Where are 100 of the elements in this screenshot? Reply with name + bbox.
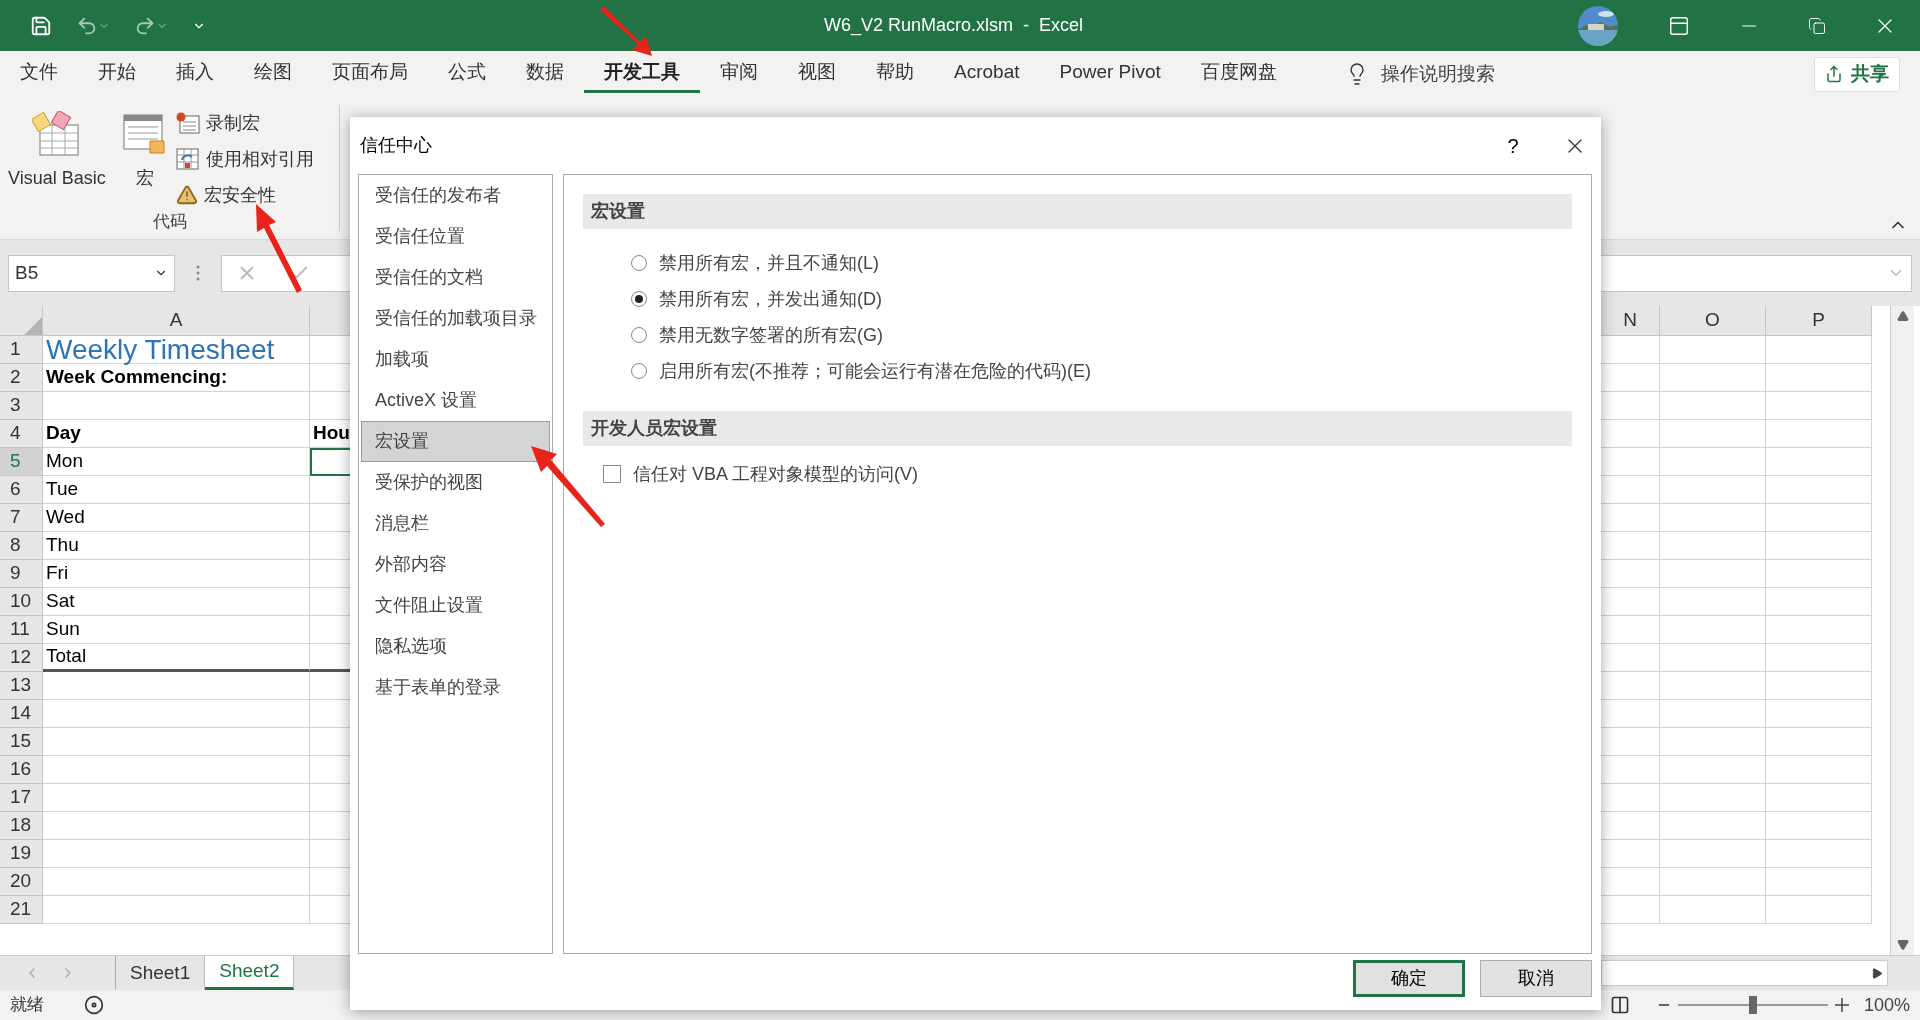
- column-header[interactable]: P: [1766, 306, 1872, 335]
- table-cell[interactable]: [1766, 672, 1872, 700]
- page-break-view-icon[interactable]: [1609, 995, 1630, 1015]
- row-header[interactable]: 14: [0, 700, 43, 728]
- row-header[interactable]: 2: [0, 364, 43, 392]
- ribbon-button[interactable]: 使用相对引用: [175, 145, 314, 173]
- nav-item[interactable]: 基于表单的登录: [361, 667, 550, 708]
- table-cell[interactable]: Week Commencing:: [43, 364, 310, 392]
- save-icon[interactable]: [30, 14, 52, 37]
- table-cell[interactable]: [1660, 392, 1766, 420]
- row-header[interactable]: 18: [0, 812, 43, 840]
- nav-item[interactable]: 受信任的加载项目录: [361, 298, 550, 339]
- table-cell[interactable]: Fri: [43, 560, 310, 588]
- row-header[interactable]: 9: [0, 560, 43, 588]
- zoom-in-icon[interactable]: [1833, 997, 1850, 1013]
- table-cell[interactable]: Thu: [43, 532, 310, 560]
- radio-button[interactable]: [631, 363, 647, 379]
- nav-item[interactable]: 隐私选项: [361, 626, 550, 667]
- table-cell[interactable]: [1660, 336, 1766, 364]
- table-cell[interactable]: [1766, 644, 1872, 672]
- table-cell[interactable]: Tue: [43, 476, 310, 504]
- table-cell[interactable]: [1766, 532, 1872, 560]
- ribbon-button[interactable]: 录制宏: [175, 109, 314, 137]
- nav-item[interactable]: ActiveX 设置: [361, 380, 550, 421]
- table-cell[interactable]: [43, 840, 310, 868]
- nav-item[interactable]: 受信任位置: [361, 216, 550, 257]
- radio-button[interactable]: [631, 255, 647, 271]
- table-cell[interactable]: [1766, 700, 1872, 728]
- table-cell[interactable]: [1766, 728, 1872, 756]
- scroll-right-icon[interactable]: [1872, 967, 1883, 979]
- nav-item[interactable]: 受信任的文档: [361, 257, 550, 298]
- ribbon-display-icon[interactable]: [1668, 14, 1690, 37]
- table-cell[interactable]: [1766, 476, 1872, 504]
- zoom-level[interactable]: 100%: [1863, 991, 1910, 1019]
- row-header[interactable]: 7: [0, 504, 43, 532]
- scroll-down-icon[interactable]: [1896, 939, 1909, 951]
- table-cell[interactable]: Wed: [43, 504, 310, 532]
- table-cell[interactable]: [1766, 616, 1872, 644]
- ribbon-tab[interactable]: 审阅: [700, 55, 778, 93]
- table-cell[interactable]: [1660, 812, 1766, 840]
- table-cell[interactable]: [43, 784, 310, 812]
- table-cell[interactable]: Day: [43, 420, 310, 448]
- row-header[interactable]: 4: [0, 420, 43, 448]
- zoom-slider[interactable]: [1677, 995, 1828, 1015]
- table-cell[interactable]: [1660, 420, 1766, 448]
- table-cell[interactable]: Total: [43, 644, 310, 672]
- row-header[interactable]: 16: [0, 756, 43, 784]
- macro-recording-icon[interactable]: [84, 995, 104, 1015]
- column-header[interactable]: O: [1660, 306, 1766, 335]
- table-cell[interactable]: [43, 728, 310, 756]
- table-cell[interactable]: [1766, 364, 1872, 392]
- table-cell[interactable]: [43, 896, 310, 924]
- row-header[interactable]: 12: [0, 644, 43, 672]
- row-header[interactable]: 1: [0, 336, 43, 364]
- ribbon-tab[interactable]: 开发工具: [584, 55, 700, 93]
- nav-item[interactable]: 外部内容: [361, 544, 550, 585]
- ok-button[interactable]: 确定: [1353, 960, 1465, 997]
- table-cell[interactable]: [1660, 700, 1766, 728]
- table-cell[interactable]: [1660, 756, 1766, 784]
- nav-item[interactable]: 受保护的视图: [361, 462, 550, 503]
- nav-item[interactable]: 文件阻止设置: [361, 585, 550, 626]
- ribbon-tab[interactable]: 开始: [78, 55, 156, 93]
- table-cell[interactable]: [43, 700, 310, 728]
- ribbon-tab[interactable]: 数据: [506, 55, 584, 93]
- table-cell[interactable]: [1766, 588, 1872, 616]
- table-cell[interactable]: [1660, 784, 1766, 812]
- table-cell[interactable]: Weekly Timesheet: [43, 336, 310, 364]
- ribbon-tab[interactable]: 帮助: [856, 55, 934, 93]
- table-cell[interactable]: [1660, 840, 1766, 868]
- ribbon-tab[interactable]: Power Pivot: [1039, 55, 1181, 93]
- ribbon-tab[interactable]: 公式: [428, 55, 506, 93]
- restore-icon[interactable]: [1808, 16, 1826, 35]
- row-header[interactable]: 15: [0, 728, 43, 756]
- table-cell[interactable]: [1660, 728, 1766, 756]
- table-cell[interactable]: [1766, 896, 1872, 924]
- row-header[interactable]: 21: [0, 896, 43, 924]
- table-cell[interactable]: [43, 812, 310, 840]
- ribbon-tab[interactable]: 绘图: [234, 55, 312, 93]
- table-cell[interactable]: [43, 756, 310, 784]
- row-header[interactable]: 3: [0, 392, 43, 420]
- table-cell[interactable]: [43, 392, 310, 420]
- row-header[interactable]: 13: [0, 672, 43, 700]
- table-cell[interactable]: [43, 672, 310, 700]
- sheet-tab[interactable]: Sheet2: [205, 956, 295, 990]
- zoom-thumb[interactable]: [1748, 996, 1757, 1014]
- radio-button[interactable]: [631, 327, 647, 343]
- tell-me-field[interactable]: 操作说明搜索: [1380, 59, 1495, 89]
- table-cell[interactable]: [43, 868, 310, 896]
- table-cell[interactable]: [1766, 336, 1872, 364]
- ribbon-button[interactable]: 宏安全性: [175, 181, 314, 209]
- table-cell[interactable]: [1766, 840, 1872, 868]
- ribbon-tab[interactable]: 插入: [156, 55, 234, 93]
- table-cell[interactable]: [1766, 560, 1872, 588]
- table-cell[interactable]: [1766, 504, 1872, 532]
- table-cell[interactable]: Mon: [43, 448, 310, 476]
- macros-button[interactable]: 宏: [113, 105, 176, 209]
- row-header[interactable]: 20: [0, 868, 43, 896]
- nav-item[interactable]: 加载项: [361, 339, 550, 380]
- ribbon-tab[interactable]: Acrobat: [934, 55, 1040, 93]
- horizontal-scrollbar[interactable]: [1601, 960, 1888, 986]
